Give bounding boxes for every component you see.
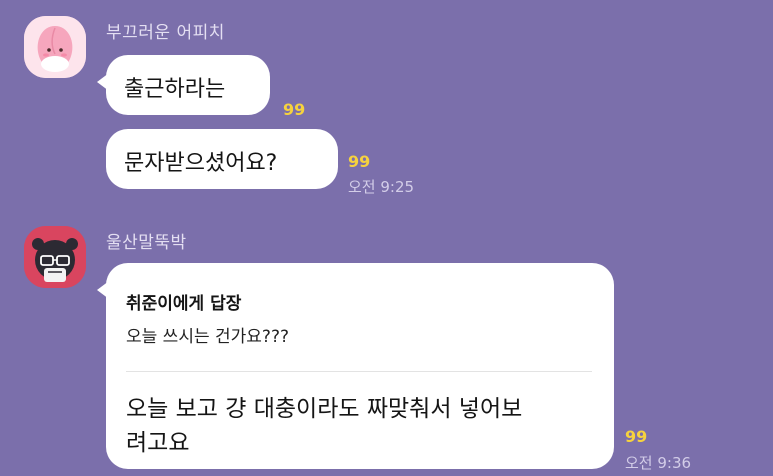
avatar-bear[interactable] <box>24 226 86 288</box>
message-time: 오전 9:25 <box>348 178 415 196</box>
reply-body: 오늘 보고 걍 대충이라도 짜맞춰서 넣어보 려고요 <box>126 392 592 460</box>
message-time: 오전 9:36 <box>625 454 692 472</box>
unread-count: 99 <box>283 100 306 119</box>
reply-message-bubble[interactable]: 취준이에게 답장 오늘 쓰시는 건가요??? 오늘 보고 걍 대충이라도 짜맞춰… <box>97 263 614 469</box>
reply-divider <box>126 371 592 372</box>
reply-quote: 오늘 쓰시는 건가요??? <box>126 327 289 347</box>
reply-body-line: 려고요 <box>126 430 190 456</box>
bear-character-icon <box>24 226 86 288</box>
bubble-tail <box>97 73 109 91</box>
sender-name-2: 울산말뚝박 <box>106 233 187 253</box>
reply-header: 취준이에게 답장 <box>126 294 242 314</box>
peach-character-icon <box>24 16 86 78</box>
avatar-peach[interactable] <box>24 16 86 78</box>
unread-count: 99 <box>348 152 371 171</box>
message-text: 문자받으셨어요? <box>124 151 278 176</box>
reply-body-line: 오늘 보고 걍 대충이라도 짜맞춰서 넣어보 <box>126 396 523 422</box>
bubble-tail <box>97 281 109 299</box>
message-text: 출근하라는 <box>124 77 226 102</box>
sender-name-1: 부끄러운 어피치 <box>106 23 225 43</box>
message-bubble-2[interactable]: 문자받으셨어요? <box>106 129 338 189</box>
unread-count: 99 <box>625 427 648 446</box>
message-bubble-1[interactable]: 출근하라는 <box>97 55 270 115</box>
